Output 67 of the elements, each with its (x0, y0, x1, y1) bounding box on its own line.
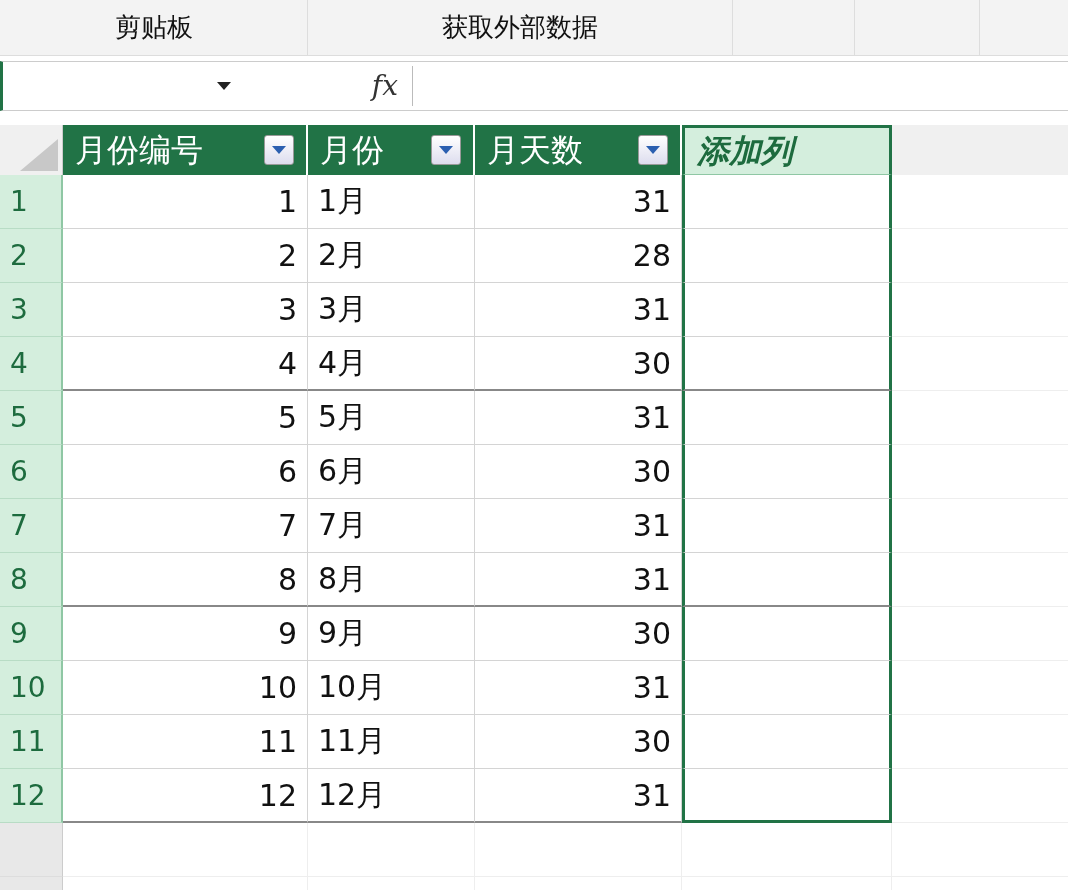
table-cell: 31 (475, 175, 682, 229)
dropdown-icon (439, 146, 453, 154)
table-cell: 5 (63, 391, 308, 445)
corner-triangle-icon (20, 139, 58, 171)
header-label: 月天数 (487, 130, 584, 170)
table-cell: 9月 (308, 607, 475, 661)
ribbon-group-label: 获取外部数据 (308, 0, 733, 55)
table-cell: 5月 (308, 391, 475, 445)
header-label: 月份编号 (75, 130, 204, 170)
row-number[interactable]: 7 (0, 499, 63, 553)
table-cell: 12月 (308, 769, 475, 823)
table-cell: 7月 (308, 499, 475, 553)
table-cell: 10 (63, 661, 308, 715)
select-all-corner[interactable] (0, 125, 63, 175)
table-cell: 31 (475, 283, 682, 337)
table-cell: 30 (475, 607, 682, 661)
row-number[interactable]: 1 (0, 175, 63, 229)
table-cell: 1月 (308, 175, 475, 229)
row-number[interactable]: 3 (0, 283, 63, 337)
table-cell: 4 (63, 337, 308, 391)
row-number[interactable]: 12 (0, 769, 63, 823)
table-cell: 1 (63, 175, 308, 229)
table-cell: 8 (63, 553, 308, 607)
table-cell: 4月 (308, 337, 475, 391)
table-cell: 31 (475, 499, 682, 553)
dropdown-icon (646, 146, 660, 154)
table-cell: 8月 (308, 553, 475, 607)
dropdown-icon (272, 146, 286, 154)
table-cell: 3月 (308, 283, 475, 337)
table-cell: 7 (63, 499, 308, 553)
table-cell: 2 (63, 229, 308, 283)
row-number[interactable]: 9 (0, 607, 63, 661)
table-cell: 12 (63, 769, 308, 823)
table-cell: 6月 (308, 445, 475, 499)
row-number[interactable]: 8 (0, 553, 63, 607)
table-cell: 9 (63, 607, 308, 661)
table-cell: 31 (475, 769, 682, 823)
header-label: 添加列 (697, 131, 801, 171)
table-cell: 31 (475, 661, 682, 715)
table-cell: 6 (63, 445, 308, 499)
column-header[interactable]: 月份 (308, 125, 475, 175)
row-number[interactable]: 11 (0, 715, 63, 769)
table-cell: 28 (475, 229, 682, 283)
row-header[interactable] (0, 823, 63, 877)
table-cell: 30 (475, 445, 682, 499)
table-cell: 11 (63, 715, 308, 769)
table-cell: 31 (475, 553, 682, 607)
row-number[interactable]: 4 (0, 337, 63, 391)
row-number[interactable]: 2 (0, 229, 63, 283)
column-header[interactable]: 月份编号 (63, 125, 308, 175)
table-cell: 3 (63, 283, 308, 337)
filter-button[interactable] (431, 135, 461, 165)
row-number[interactable]: 6 (0, 445, 63, 499)
filter-button[interactable] (638, 135, 668, 165)
column-header[interactable]: 月天数 (475, 125, 682, 175)
table-cell: 30 (475, 337, 682, 391)
table-cell: 30 (475, 715, 682, 769)
column-header[interactable]: 添加列 (682, 125, 892, 175)
table-cell: 10月 (308, 661, 475, 715)
table-cell: 2月 (308, 229, 475, 283)
row-number[interactable]: 5 (0, 391, 63, 445)
row-number[interactable]: 10 (0, 661, 63, 715)
table-cell: 31 (475, 391, 682, 445)
header-label: 月份 (320, 130, 385, 170)
filter-button[interactable] (264, 135, 294, 165)
table-cell: 11月 (308, 715, 475, 769)
ribbon-group-label: 剪贴板 (0, 0, 308, 55)
